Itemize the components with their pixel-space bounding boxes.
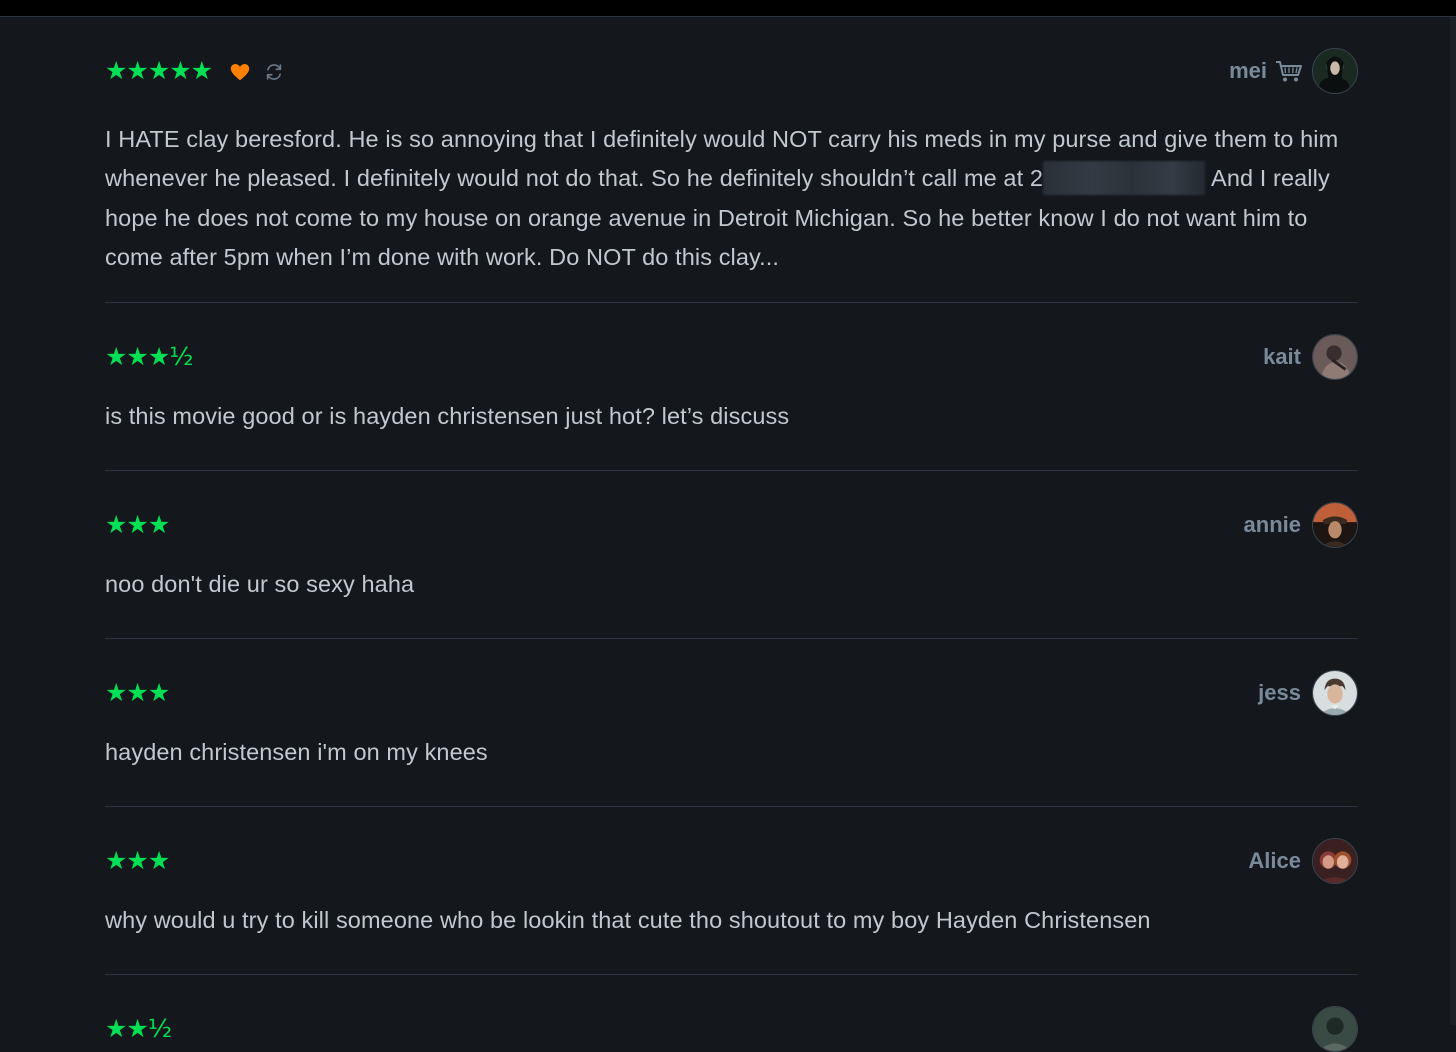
username[interactable]: Alice bbox=[1248, 848, 1301, 874]
review-text: I HATE clay beresford. He is so annoying… bbox=[105, 126, 1339, 271]
username[interactable]: annie bbox=[1244, 512, 1301, 538]
rewatch-icon bbox=[266, 64, 282, 80]
review-item: ★★★ jess hayden christensen i'm on my kn… bbox=[105, 639, 1358, 807]
avatar[interactable] bbox=[1312, 838, 1358, 884]
window-top-bar bbox=[0, 0, 1456, 17]
review-text: hayden christensen i'm on my knees bbox=[105, 739, 488, 765]
review-text: why would u try to kill someone who be l… bbox=[105, 907, 1151, 933]
review-header: ★★★ annie bbox=[105, 471, 1358, 549]
review-list: ★★★★★ mei I HATE clay beresford. He is s… bbox=[105, 17, 1358, 1052]
avatar[interactable] bbox=[1312, 1006, 1358, 1052]
redacted-phone-number bbox=[1043, 161, 1206, 196]
star-rating: ★★★ bbox=[105, 678, 170, 707]
review-header: ★★★★★ mei bbox=[105, 17, 1358, 94]
review-header: ★★½ bbox=[105, 975, 1358, 1052]
review-author[interactable]: annie bbox=[1244, 502, 1358, 548]
review-item: ★★★ annie noo don't die ur so sexy haha bbox=[105, 471, 1358, 639]
username[interactable]: mei bbox=[1229, 58, 1267, 84]
star-rating: ★★★½ bbox=[105, 342, 193, 371]
cart-icon bbox=[1276, 61, 1302, 82]
review-author[interactable]: mei bbox=[1229, 48, 1358, 94]
heart-icon bbox=[230, 64, 250, 81]
review-header: ★★★ jess bbox=[105, 639, 1358, 717]
review-item: ★★½ bbox=[105, 975, 1358, 1052]
review-text: noo don't die ur so sexy haha bbox=[105, 571, 415, 597]
review-author[interactable]: kait bbox=[1263, 334, 1358, 380]
review-author[interactable] bbox=[1301, 1006, 1358, 1052]
review-header: ★★★ Alice bbox=[105, 807, 1358, 885]
review-author[interactable]: Alice bbox=[1248, 838, 1358, 884]
username[interactable]: jess bbox=[1258, 680, 1301, 706]
review-item: ★★★½ kait is this movie good or is hayde… bbox=[105, 303, 1358, 471]
review-header: ★★★½ kait bbox=[105, 303, 1358, 381]
avatar[interactable] bbox=[1312, 334, 1358, 380]
username[interactable]: kait bbox=[1263, 344, 1301, 370]
star-rating: ★★★★★ bbox=[105, 56, 213, 85]
review-author[interactable]: jess bbox=[1258, 670, 1358, 716]
avatar[interactable] bbox=[1312, 48, 1358, 94]
review-item: ★★★★★ mei I HATE clay beresford. He is s… bbox=[105, 17, 1358, 303]
review-item: ★★★ Alice why would u try to kill someon… bbox=[105, 807, 1358, 975]
star-rating: ★★★ bbox=[105, 846, 170, 875]
avatar[interactable] bbox=[1312, 670, 1358, 716]
scrollbar-track[interactable] bbox=[1450, 17, 1456, 1025]
review-text: is this movie good or is hayden christen… bbox=[105, 403, 790, 429]
star-rating: ★★★ bbox=[105, 510, 170, 539]
star-rating: ★★½ bbox=[105, 1014, 172, 1043]
avatar[interactable] bbox=[1312, 502, 1358, 548]
